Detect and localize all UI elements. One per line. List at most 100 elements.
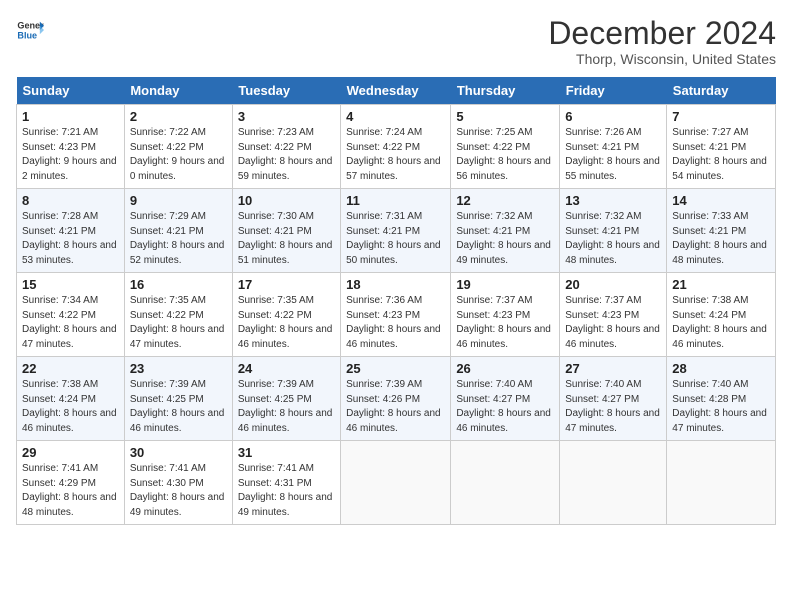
- day-cell-4: 4 Sunrise: 7:24 AMSunset: 4:22 PMDaylight…: [341, 105, 451, 189]
- day-info: Sunrise: 7:26 AMSunset: 4:21 PMDaylight:…: [565, 126, 661, 184]
- logo-icon: General Blue: [16, 16, 44, 44]
- day-info: Sunrise: 7:40 AMSunset: 4:27 PMDaylight:…: [565, 378, 661, 436]
- day-cell-11: 11 Sunrise: 7:31 AMSunset: 4:21 PMDayligh…: [341, 189, 451, 273]
- day-cell-10: 10 Sunrise: 7:30 AMSunset: 4:21 PMDayligh…: [232, 189, 340, 273]
- day-cell-30: 30 Sunrise: 7:41 AMSunset: 4:30 PMDayligh…: [124, 441, 232, 525]
- day-cell-20: 20 Sunrise: 7:37 AMSunset: 4:23 PMDayligh…: [560, 273, 667, 357]
- calendar-week-2: 8Sunrise: 7:28 AMSunset: 4:21 PMDaylight…: [17, 189, 776, 273]
- day-info: Sunrise: 7:22 AMSunset: 4:22 PMDaylight:…: [130, 126, 227, 184]
- day-number: 28: [672, 361, 770, 376]
- day-cell-23: 23Sunrise: 7:39 AMSunset: 4:25 PMDayligh…: [124, 357, 232, 441]
- day-info: Sunrise: 7:35 AMSunset: 4:22 PMDaylight:…: [130, 294, 227, 352]
- day-number: 9: [130, 193, 227, 208]
- col-thursday: Thursday: [451, 77, 560, 105]
- day-cell-7: 7 Sunrise: 7:27 AMSunset: 4:21 PMDaylight…: [667, 105, 776, 189]
- day-info: Sunrise: 7:33 AMSunset: 4:21 PMDaylight:…: [672, 210, 770, 268]
- day-info: Sunrise: 7:37 AMSunset: 4:23 PMDaylight:…: [565, 294, 661, 352]
- day-cell-13: 13Sunrise: 7:32 AMSunset: 4:21 PMDayligh…: [560, 189, 667, 273]
- title-area: December 2024 Thorp, Wisconsin, United S…: [548, 16, 776, 67]
- location-subtitle: Thorp, Wisconsin, United States: [548, 51, 776, 67]
- day-info: Sunrise: 7:28 AMSunset: 4:21 PMDaylight:…: [22, 210, 119, 268]
- day-info: Sunrise: 7:25 AMSunset: 4:22 PMDaylight:…: [456, 126, 554, 184]
- calendar-table: Sunday Monday Tuesday Wednesday Thursday…: [16, 77, 776, 525]
- day-number: 15: [22, 277, 119, 292]
- calendar-week-4: 22 Sunrise: 7:38 AMSunset: 4:24 PMDayligh…: [17, 357, 776, 441]
- day-cell-16: 16 Sunrise: 7:35 AMSunset: 4:22 PMDayligh…: [124, 273, 232, 357]
- day-info: Sunrise: 7:41 AMSunset: 4:30 PMDaylight:…: [130, 462, 227, 520]
- day-number: 31: [238, 445, 335, 460]
- day-number: 5: [456, 109, 554, 124]
- day-number: 2: [130, 109, 227, 124]
- day-number: 24: [238, 361, 335, 376]
- day-info: Sunrise: 7:24 AMSunset: 4:22 PMDaylight:…: [346, 126, 445, 184]
- day-info: Sunrise: 7:31 AMSunset: 4:21 PMDaylight:…: [346, 210, 445, 268]
- day-cell-8: 8Sunrise: 7:28 AMSunset: 4:21 PMDaylight…: [17, 189, 125, 273]
- day-number: 18: [346, 277, 445, 292]
- day-cell-21: 21 Sunrise: 7:38 AMSunset: 4:24 PMDayligh…: [667, 273, 776, 357]
- empty-cell: [451, 441, 560, 525]
- page-container: General Blue December 2024 Thorp, Wiscon…: [0, 0, 792, 535]
- calendar-week-3: 15 Sunrise: 7:34 AMSunset: 4:22 PMDayligh…: [17, 273, 776, 357]
- day-cell-22: 22 Sunrise: 7:38 AMSunset: 4:24 PMDayligh…: [17, 357, 125, 441]
- day-number: 20: [565, 277, 661, 292]
- day-number: 1: [22, 109, 119, 124]
- day-cell-19: 19 Sunrise: 7:37 AMSunset: 4:23 PMDayligh…: [451, 273, 560, 357]
- col-sunday: Sunday: [17, 77, 125, 105]
- calendar-week-5: 29 Sunrise: 7:41 AMSunset: 4:29 PMDayligh…: [17, 441, 776, 525]
- day-number: 26: [456, 361, 554, 376]
- day-cell-5: 5 Sunrise: 7:25 AMSunset: 4:22 PMDaylight…: [451, 105, 560, 189]
- day-info: Sunrise: 7:29 AMSunset: 4:21 PMDaylight:…: [130, 210, 227, 268]
- day-cell-26: 26 Sunrise: 7:40 AMSunset: 4:27 PMDayligh…: [451, 357, 560, 441]
- header: General Blue December 2024 Thorp, Wiscon…: [16, 16, 776, 67]
- svg-text:Blue: Blue: [17, 30, 37, 40]
- day-number: 17: [238, 277, 335, 292]
- empty-cell: [341, 441, 451, 525]
- day-cell-9: 9 Sunrise: 7:29 AMSunset: 4:21 PMDaylight…: [124, 189, 232, 273]
- day-info: Sunrise: 7:35 AMSunset: 4:22 PMDaylight:…: [238, 294, 335, 352]
- empty-cell: [560, 441, 667, 525]
- col-friday: Friday: [560, 77, 667, 105]
- day-cell-31: 31Sunrise: 7:41 AMSunset: 4:31 PMDayligh…: [232, 441, 340, 525]
- day-number: 22: [22, 361, 119, 376]
- day-info: Sunrise: 7:40 AMSunset: 4:27 PMDaylight:…: [456, 378, 554, 436]
- day-cell-15: 15 Sunrise: 7:34 AMSunset: 4:22 PMDayligh…: [17, 273, 125, 357]
- day-cell-3: 3Sunrise: 7:23 AMSunset: 4:22 PMDaylight…: [232, 105, 340, 189]
- day-cell-27: 27 Sunrise: 7:40 AMSunset: 4:27 PMDayligh…: [560, 357, 667, 441]
- day-info: Sunrise: 7:39 AMSunset: 4:25 PMDaylight:…: [130, 378, 227, 436]
- day-info: Sunrise: 7:39 AMSunset: 4:26 PMDaylight:…: [346, 378, 445, 436]
- day-info: Sunrise: 7:38 AMSunset: 4:24 PMDaylight:…: [22, 378, 119, 436]
- day-number: 27: [565, 361, 661, 376]
- day-number: 25: [346, 361, 445, 376]
- day-info: Sunrise: 7:32 AMSunset: 4:21 PMDaylight:…: [456, 210, 554, 268]
- day-info: Sunrise: 7:39 AMSunset: 4:25 PMDaylight:…: [238, 378, 335, 436]
- day-info: Sunrise: 7:40 AMSunset: 4:28 PMDaylight:…: [672, 378, 770, 436]
- day-number: 10: [238, 193, 335, 208]
- day-number: 29: [22, 445, 119, 460]
- day-cell-12: 12 Sunrise: 7:32 AMSunset: 4:21 PMDayligh…: [451, 189, 560, 273]
- day-info: Sunrise: 7:41 AMSunset: 4:29 PMDaylight:…: [22, 462, 119, 520]
- day-number: 7: [672, 109, 770, 124]
- day-number: 11: [346, 193, 445, 208]
- day-info: Sunrise: 7:32 AMSunset: 4:21 PMDaylight:…: [565, 210, 661, 268]
- month-title: December 2024: [548, 16, 776, 51]
- day-info: Sunrise: 7:34 AMSunset: 4:22 PMDaylight:…: [22, 294, 119, 352]
- col-wednesday: Wednesday: [341, 77, 451, 105]
- day-cell-17: 17 Sunrise: 7:35 AMSunset: 4:22 PMDayligh…: [232, 273, 340, 357]
- day-number: 30: [130, 445, 227, 460]
- day-number: 3: [238, 109, 335, 124]
- day-info: Sunrise: 7:27 AMSunset: 4:21 PMDaylight:…: [672, 126, 770, 184]
- day-number: 16: [130, 277, 227, 292]
- col-tuesday: Tuesday: [232, 77, 340, 105]
- day-number: 4: [346, 109, 445, 124]
- day-info: Sunrise: 7:38 AMSunset: 4:24 PMDaylight:…: [672, 294, 770, 352]
- day-info: Sunrise: 7:36 AMSunset: 4:23 PMDaylight:…: [346, 294, 445, 352]
- day-number: 21: [672, 277, 770, 292]
- day-cell-28: 28 Sunrise: 7:40 AMSunset: 4:28 PMDayligh…: [667, 357, 776, 441]
- day-info: Sunrise: 7:21 AMSunset: 4:23 PMDaylight:…: [22, 126, 119, 184]
- day-number: 12: [456, 193, 554, 208]
- calendar-week-1: 1 Sunrise: 7:21 AMSunset: 4:23 PMDaylight…: [17, 105, 776, 189]
- day-cell-14: 14Sunrise: 7:33 AMSunset: 4:21 PMDayligh…: [667, 189, 776, 273]
- day-info: Sunrise: 7:30 AMSunset: 4:21 PMDaylight:…: [238, 210, 335, 268]
- day-number: 19: [456, 277, 554, 292]
- day-info: Sunrise: 7:37 AMSunset: 4:23 PMDaylight:…: [456, 294, 554, 352]
